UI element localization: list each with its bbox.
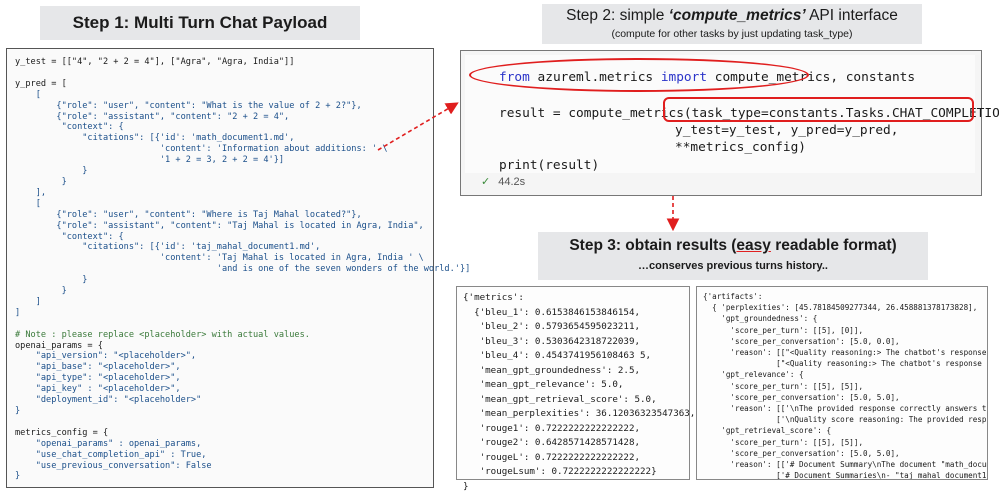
metrics-line: 'mean_perplexities': 36.12036323547363,: [463, 408, 696, 419]
arrow-step1-to-step2: [377, 102, 459, 151]
artifacts-line: 'reason': [['# Document Summary\nThe doc…: [703, 460, 988, 470]
metrics-line: 'mean_gpt_groundedness': 2.5,: [463, 364, 641, 376]
artifacts-line: 'score_per_turn': [[5], [5]],: [703, 437, 864, 447]
artifacts-line: 'gpt_groundedness': {: [703, 314, 818, 324]
artifacts-line: 'reason': [["<Quality reasoning:> The ch…: [703, 348, 988, 358]
metrics-line: 'bleu_4': 0.4543741956108463 5,: [463, 350, 652, 361]
metrics-line: 'bleu_2': 0.5793654595023211,: [463, 321, 641, 332]
artifacts-line: 'gpt_retrieval_score': {: [703, 426, 832, 436]
artifacts-line: 'score_per_conversation': [5.0, 5.0],: [703, 392, 900, 402]
metrics-line: {'metrics':: [463, 292, 524, 303]
metrics-line: 'mean_gpt_retrieval_score': 5.0,: [463, 393, 657, 405]
metrics-line: {'bleu_1': 0.6153846153846154,: [463, 306, 641, 318]
artifacts-output: {'artifacts': { 'perplexities': [45.7818…: [703, 291, 988, 480]
artifacts-line: { 'perplexities': [45.78184509277344, 26…: [703, 303, 978, 313]
artifacts-line: 'gpt_relevance': {: [703, 370, 804, 380]
artifacts-line: {'artifacts':: [703, 292, 763, 301]
metrics-line: 'rouge1': 0.7222222222222222,: [463, 422, 641, 434]
artifacts-line: 'score_per_conversation': [5.0, 5.0],: [703, 448, 900, 458]
artifacts-line: 'score_per_turn': [[5], [5]],: [703, 381, 864, 391]
metrics-line: 'rougeL': 0.7222222222222222,: [463, 451, 641, 463]
artifacts-output-panel: {'artifacts': { 'perplexities': [45.7818…: [696, 286, 988, 480]
metrics-line: 'rouge2': 0.6428571428571428,: [463, 437, 641, 448]
artifacts-line: ['\nQuality score reasoning: The provide…: [703, 415, 988, 425]
metrics-line: 'rougeLsum': 0.7222222222222222}: [463, 466, 657, 477]
metrics-output: {'metrics': {'bleu_1': 0.615384615384615…: [463, 291, 695, 494]
artifacts-line: 'score_per_turn': [[5], [0]],: [703, 325, 864, 335]
artifacts-line: ["<Quality reasoning:> The chatbot's res…: [703, 359, 988, 369]
metrics-line: 'bleu_3': 0.5303642318722039,: [463, 335, 641, 347]
artifacts-line: 'reason': [['\nThe provided response cor…: [703, 404, 988, 414]
artifacts-line: 'score_per_conversation': [5.0, 0.0],: [703, 336, 900, 346]
metrics-line: 'mean_gpt_relevance': 5.0,: [463, 379, 624, 390]
artifacts-line: ['# Document Summaries\n- "taj_mahal_doc…: [703, 471, 988, 480]
metrics-line: }: [463, 480, 469, 492]
metrics-output-panel: {'metrics': {'bleu_1': 0.615384615384615…: [456, 286, 695, 492]
